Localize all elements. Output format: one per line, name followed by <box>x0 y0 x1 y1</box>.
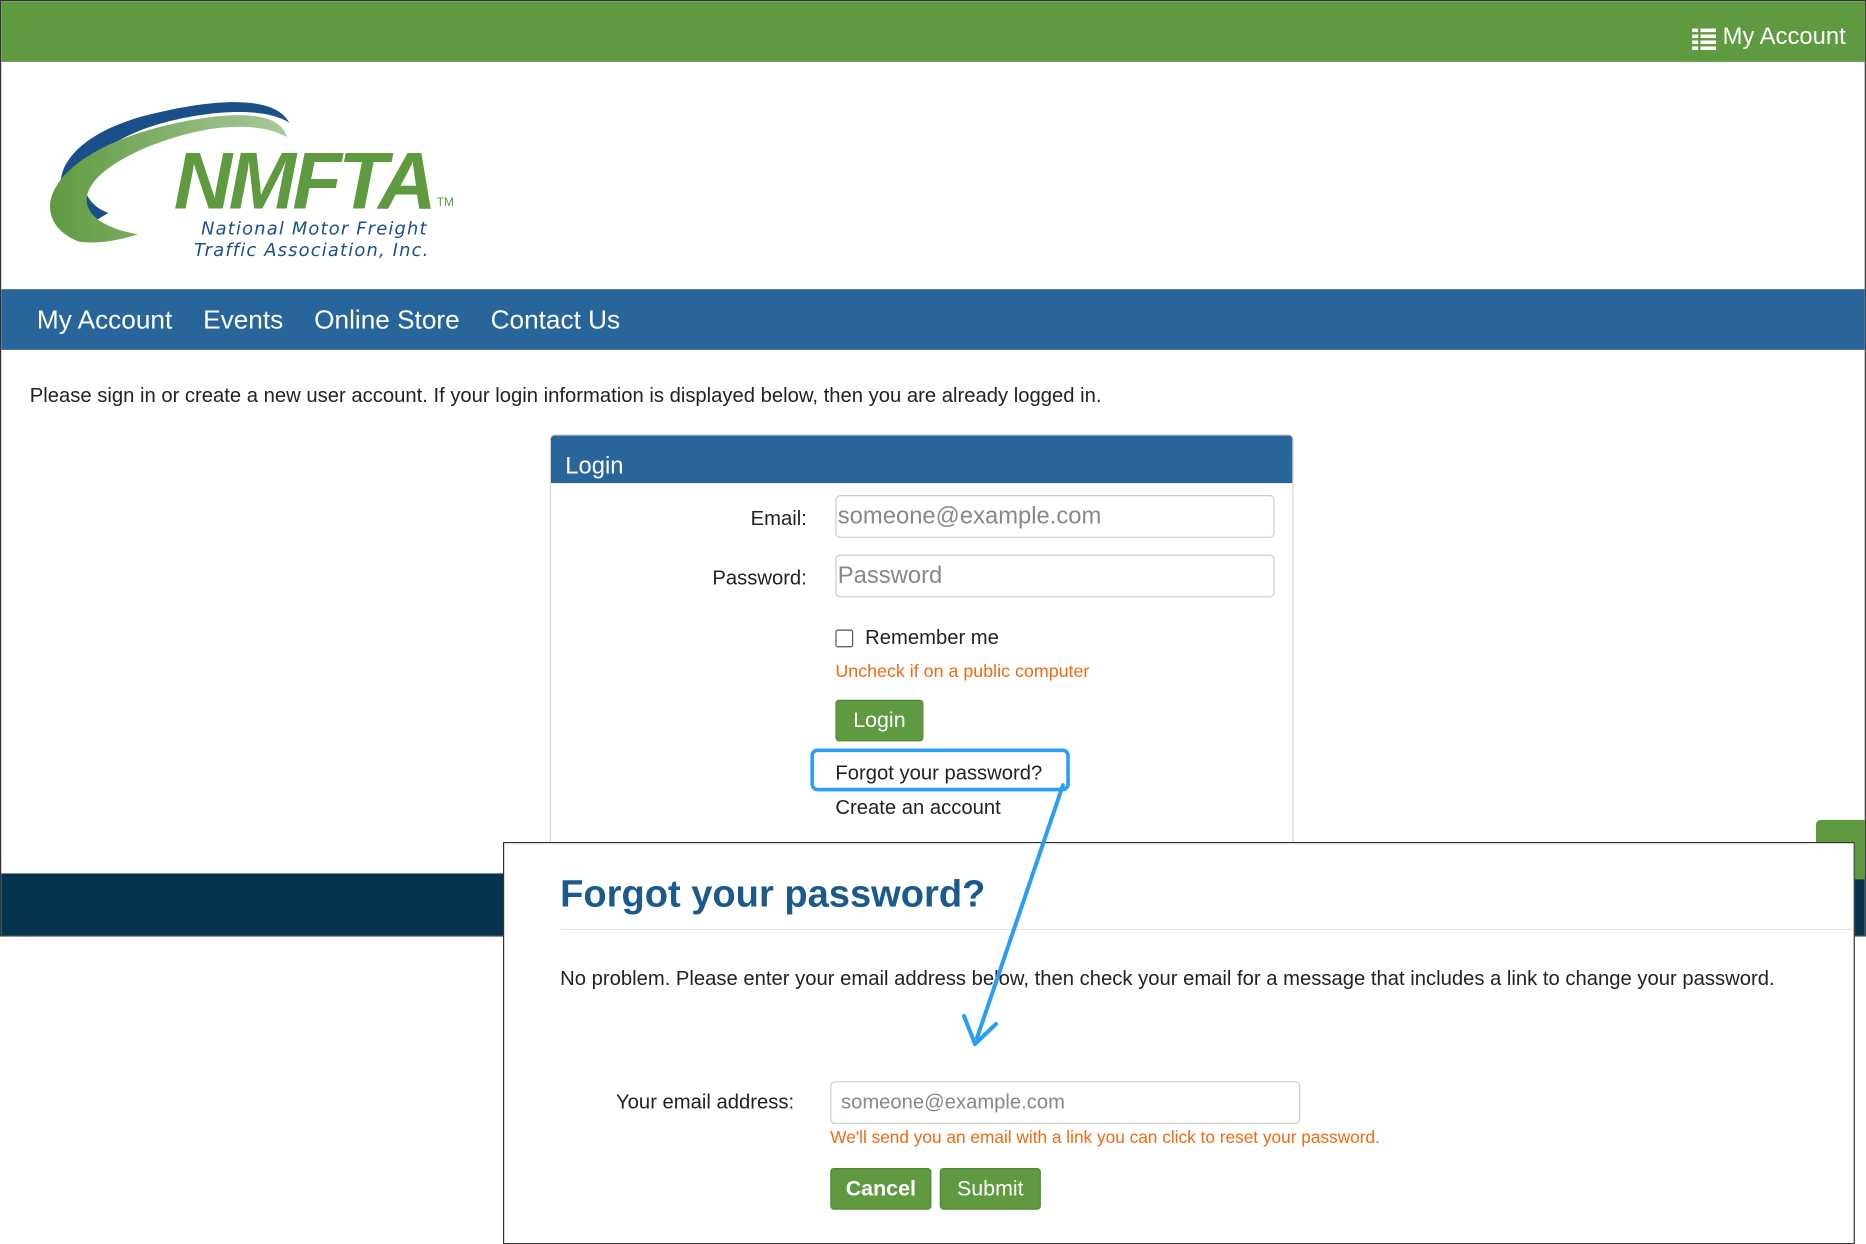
dialog-email-hint: We'll send you an email with a link you … <box>830 1128 1380 1148</box>
forgot-password-dialog: Forgot your password? No problem. Please… <box>503 842 1855 1244</box>
email-label: Email: <box>750 506 807 530</box>
remember-hint: Uncheck if on a public computer <box>835 661 1090 682</box>
logo-tm: TM <box>437 195 454 209</box>
nav-item-my-account[interactable]: My Account <box>37 304 172 335</box>
submit-button[interactable]: Submit <box>939 1168 1041 1210</box>
nav-item-contact-us[interactable]: Contact Us <box>491 304 621 335</box>
top-bar: My Account <box>1 1 1865 62</box>
remember-me[interactable]: Remember me <box>835 626 999 650</box>
dialog-title: Forgot your password? <box>560 871 986 915</box>
dialog-email-label: Your email address: <box>616 1090 795 1114</box>
dialog-divider <box>560 928 1854 931</box>
nmfta-logo[interactable]: NMFTA TM National Motor Freight Traffic … <box>25 89 471 265</box>
login-page-screenshot: My Account NMFTA TM National Motor Freig… <box>0 0 1866 937</box>
nav-item-online-store[interactable]: Online Store <box>314 304 460 335</box>
remember-me-checkbox[interactable] <box>835 628 854 647</box>
remember-me-label: Remember me <box>865 625 999 649</box>
logo-acronym: NMFTA <box>174 136 433 226</box>
login-button[interactable]: Login <box>835 699 924 742</box>
login-panel-title: Login <box>550 435 1293 484</box>
top-account-link[interactable]: My Account <box>1691 23 1846 51</box>
forgot-password-link[interactable]: Forgot your password? <box>835 762 1042 786</box>
password-field[interactable]: Password <box>835 554 1275 598</box>
dialog-message: No problem. Please enter your email addr… <box>560 966 1775 990</box>
login-panel: Login Email: someone@example.com Passwor… <box>549 434 1294 911</box>
nav-item-events[interactable]: Events <box>203 304 283 335</box>
logo-line-2: Traffic Association, Inc. <box>194 240 430 261</box>
email-field[interactable]: someone@example.com <box>835 495 1275 538</box>
dialog-email-field[interactable]: someone@example.com <box>830 1081 1301 1125</box>
create-account-link[interactable]: Create an account <box>835 796 1000 820</box>
password-label: Password: <box>712 566 807 590</box>
main-nav: My Account Events Online Store Contact U… <box>1 289 1865 350</box>
top-account-label: My Account <box>1722 23 1846 50</box>
logo-graphic: NMFTA TM National Motor Freight Traffic … <box>50 102 454 261</box>
logo-line-1: National Motor Freight <box>201 218 428 239</box>
list-icon <box>1691 26 1716 51</box>
cancel-button[interactable]: Cancel <box>830 1168 932 1210</box>
intro-text: Please sign in or create a new user acco… <box>29 384 1102 407</box>
